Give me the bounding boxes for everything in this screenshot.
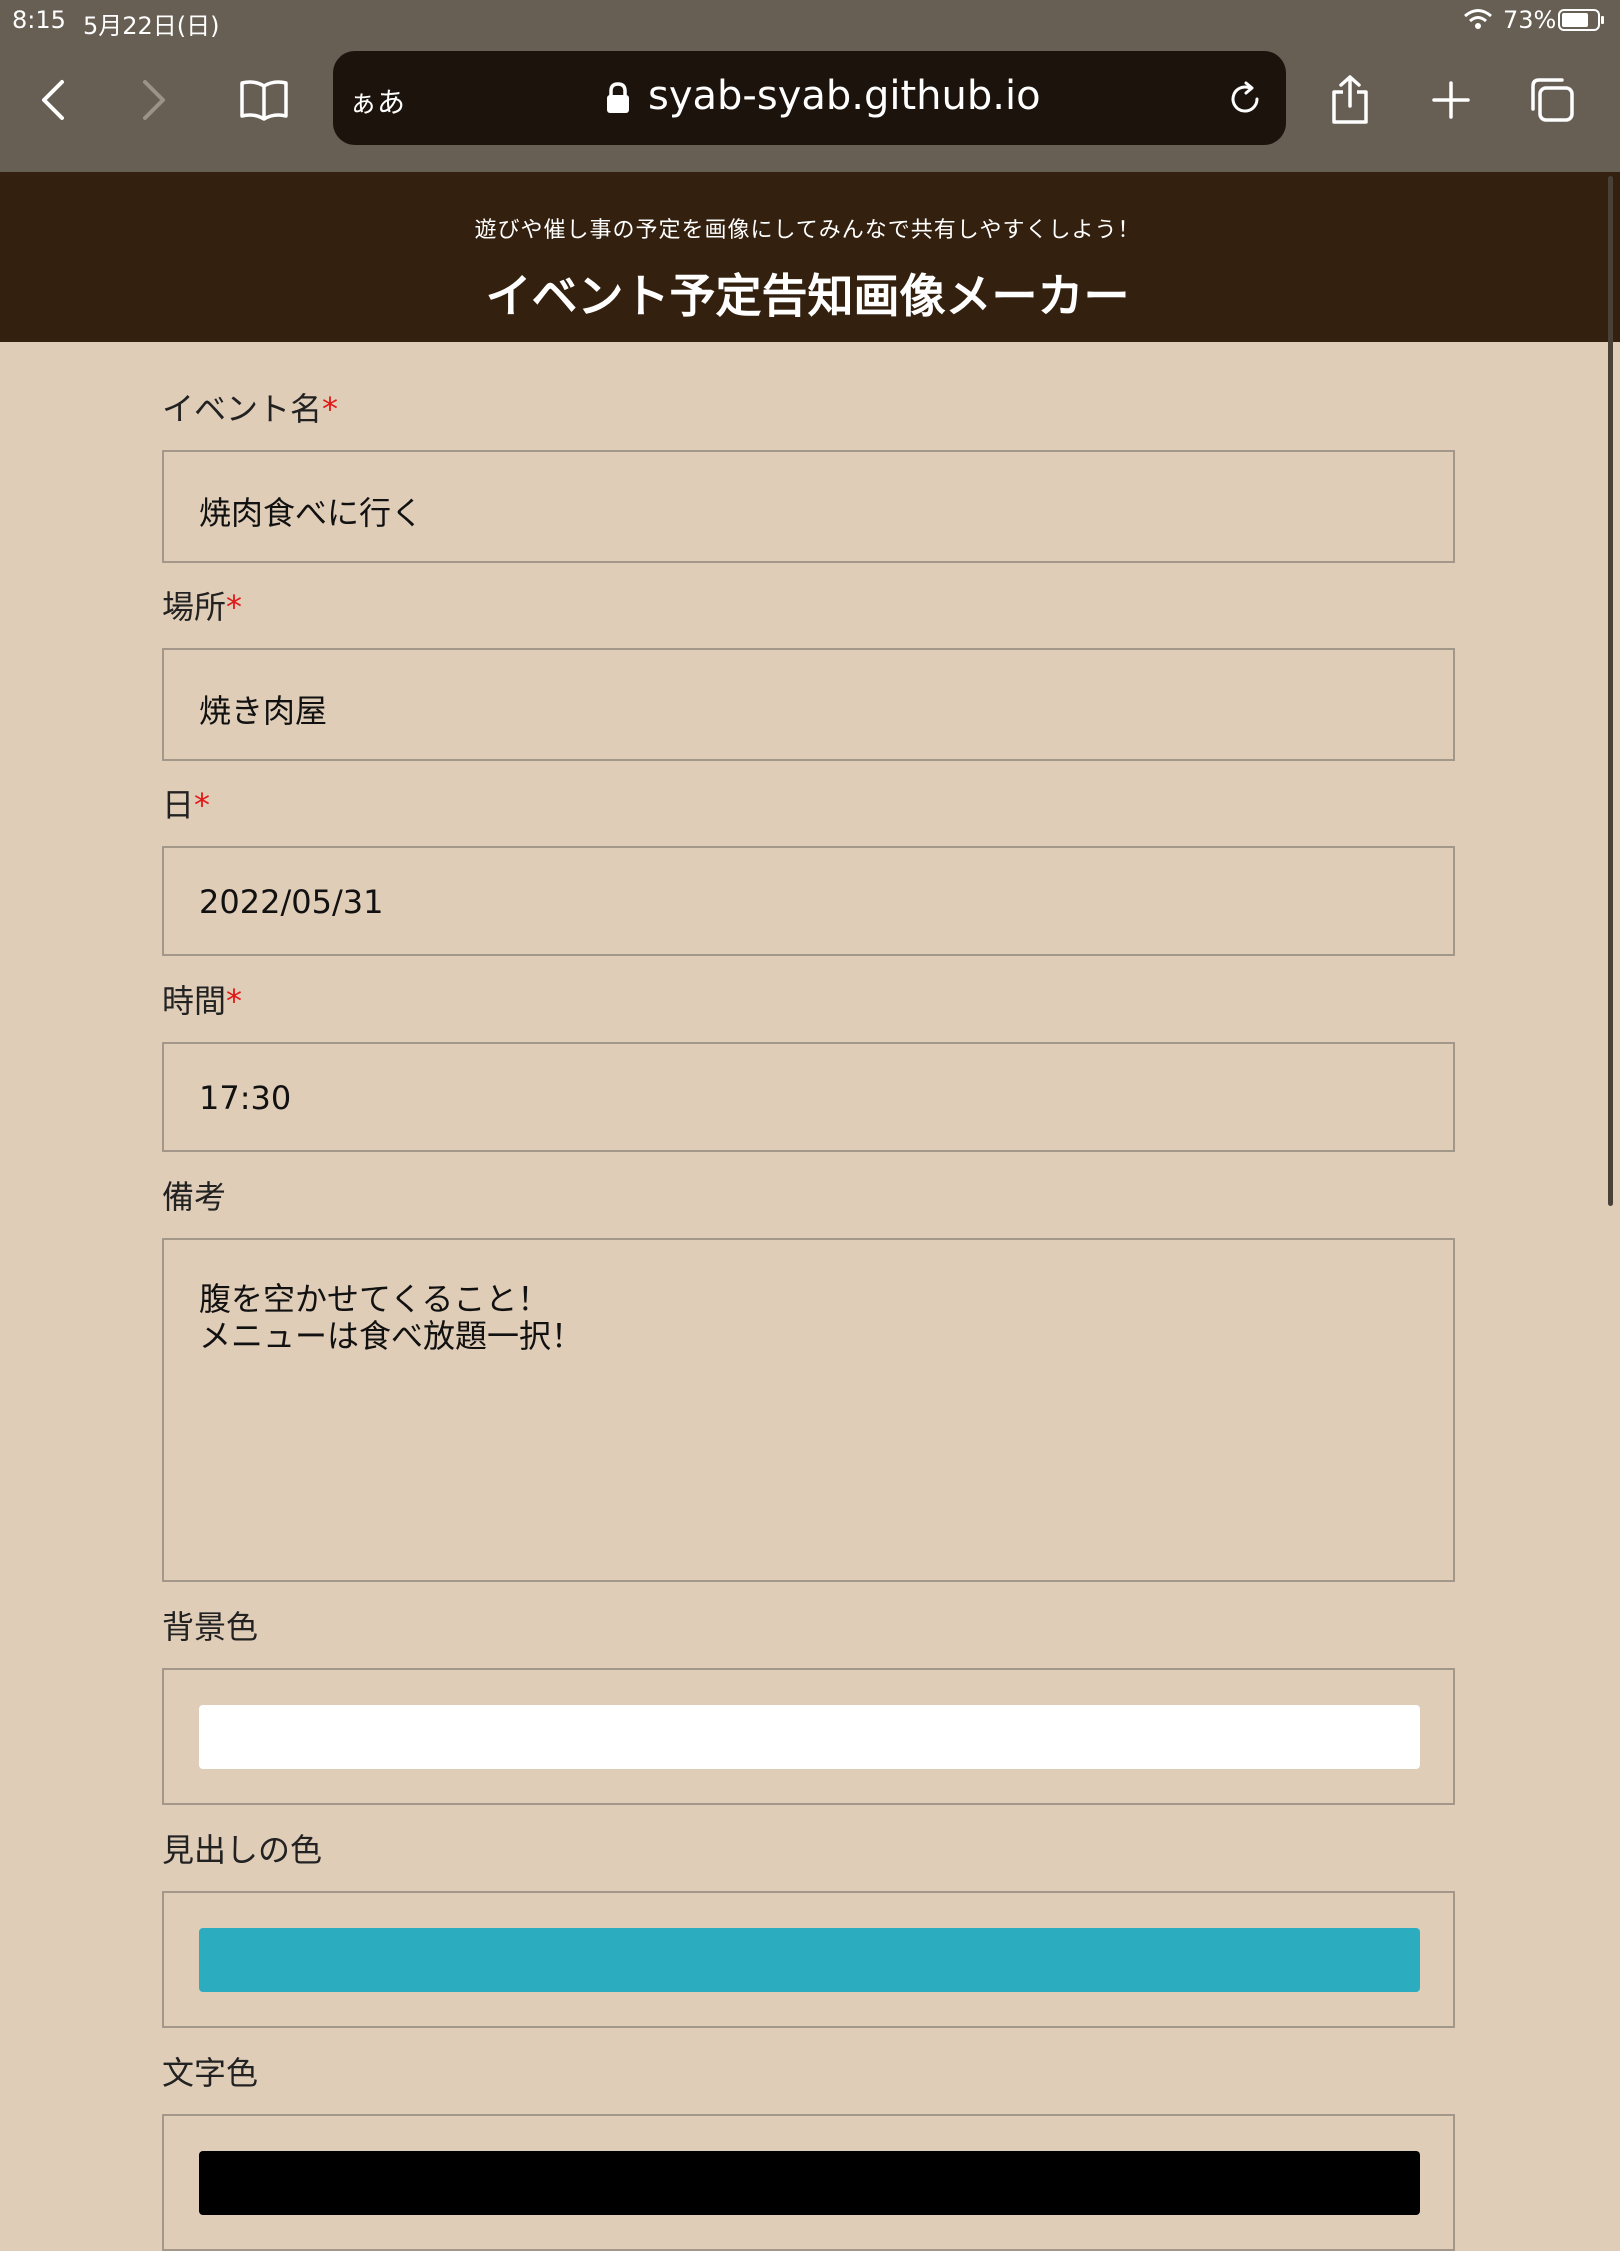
required-mark: * bbox=[322, 390, 339, 428]
status-time: 8:15 bbox=[12, 6, 66, 34]
place-input[interactable]: 焼き肉屋 bbox=[162, 648, 1455, 761]
book-icon bbox=[240, 80, 288, 121]
text-color-label: 文字色 bbox=[162, 2054, 259, 2092]
notes-textarea[interactable]: 腹を空かせてくること！ メニューは食べ放題一択！ bbox=[162, 1238, 1455, 1582]
heading-color-label: 見出しの色 bbox=[162, 1831, 323, 1869]
event-name-value: 焼肉食べに行く bbox=[199, 494, 424, 532]
address-bar[interactable]: ぁあ syab-syab.github.io bbox=[333, 51, 1286, 145]
share-icon bbox=[1332, 75, 1368, 124]
required-mark: * bbox=[194, 786, 211, 824]
time-value: 17:30 bbox=[199, 1079, 292, 1117]
text-color-picker[interactable] bbox=[199, 2151, 1420, 2215]
chevron-right-icon bbox=[143, 80, 165, 120]
status-date: 5月22日(日) bbox=[83, 12, 220, 40]
bookmarks-button[interactable] bbox=[234, 70, 294, 130]
wifi-icon bbox=[1464, 9, 1492, 29]
notes-label: 備考 bbox=[162, 1178, 227, 1216]
time-label: 時間* bbox=[162, 982, 243, 1020]
required-mark: * bbox=[226, 588, 243, 626]
date-value: 2022/05/31 bbox=[199, 883, 384, 921]
place-label: 場所* bbox=[162, 588, 243, 626]
plus-icon bbox=[1432, 81, 1470, 119]
heading-color-field bbox=[162, 1891, 1455, 2028]
back-button[interactable] bbox=[23, 70, 83, 130]
new-tab-button[interactable] bbox=[1421, 70, 1481, 130]
lock-icon bbox=[607, 82, 629, 113]
place-value: 焼き肉屋 bbox=[199, 692, 328, 730]
forward-button[interactable] bbox=[124, 70, 184, 130]
time-input[interactable]: 17:30 bbox=[162, 1042, 1455, 1152]
event-name-input[interactable]: 焼肉食べに行く bbox=[162, 450, 1455, 563]
battery-icon bbox=[1558, 9, 1604, 31]
bg-color-picker[interactable] bbox=[199, 1705, 1420, 1769]
event-name-label: イベント名* bbox=[162, 390, 339, 428]
notes-line-2: メニューは食べ放題一択！ bbox=[199, 1317, 584, 1355]
scrollbar-thumb[interactable] bbox=[1608, 176, 1613, 1206]
bg-color-field bbox=[162, 1668, 1455, 1805]
tabs-overview-button[interactable] bbox=[1522, 70, 1582, 130]
battery-percent: 73% bbox=[1503, 6, 1557, 34]
page-title: イベント予定告知画像メーカー bbox=[485, 269, 1130, 323]
date-input[interactable]: 2022/05/31 bbox=[162, 846, 1455, 956]
tabs-icon bbox=[1531, 78, 1574, 122]
browser-chrome: 8:15 5月22日(日) 73% ぁあ syab-syab.github.io bbox=[0, 0, 1620, 172]
date-label: 日* bbox=[162, 786, 211, 824]
status-bar: 8:15 5月22日(日) 73% bbox=[0, 0, 1620, 40]
text-color-field bbox=[162, 2114, 1455, 2251]
reader-settings-button[interactable]: ぁあ bbox=[349, 81, 405, 121]
required-mark: * bbox=[226, 982, 243, 1020]
reload-icon[interactable] bbox=[1226, 80, 1264, 118]
bg-color-label: 背景色 bbox=[162, 1608, 259, 1646]
heading-color-picker[interactable] bbox=[199, 1928, 1420, 1992]
page-header: 遊びや催し事の予定を画像にしてみんなで共有しやすくしよう！ イベント予定告知画像… bbox=[0, 172, 1620, 342]
page-subtitle: 遊びや催し事の予定を画像にしてみんなで共有しやすくしよう！ bbox=[474, 218, 1141, 243]
share-button[interactable] bbox=[1320, 70, 1380, 130]
url-text: syab-syab.github.io bbox=[648, 73, 1041, 119]
chevron-left-icon bbox=[42, 80, 64, 120]
